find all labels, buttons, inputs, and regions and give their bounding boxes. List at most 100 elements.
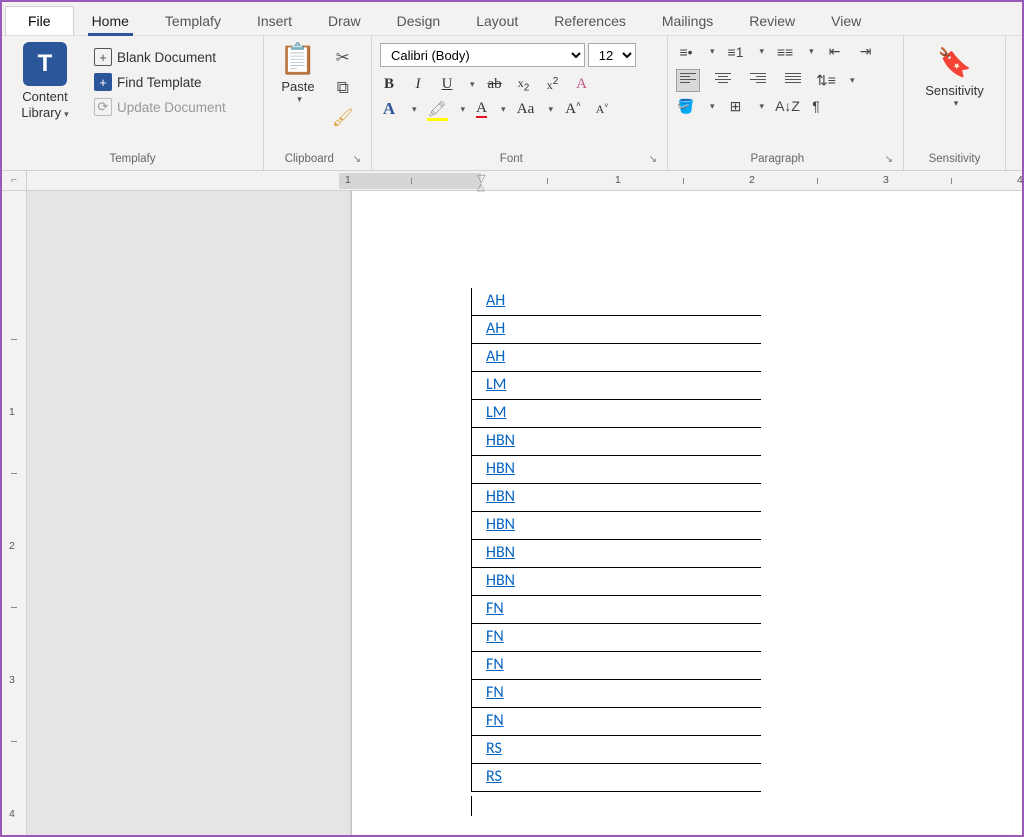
cell-link[interactable]: HBN	[486, 431, 515, 450]
table-row[interactable]: AH	[472, 344, 761, 372]
shading-button[interactable]: 🪣	[676, 98, 696, 115]
cell-link[interactable]: AH	[486, 319, 505, 338]
clipboard-dialog-launcher[interactable]: ↘	[353, 154, 363, 165]
menu-review[interactable]: Review	[731, 7, 813, 35]
cell-link[interactable]: FN	[486, 711, 504, 730]
font-size-select[interactable]: 12	[588, 43, 636, 67]
font-dialog-launcher[interactable]: ↘	[649, 154, 659, 165]
cell-link[interactable]: HBN	[486, 515, 515, 534]
cell-link[interactable]: HBN	[486, 487, 515, 506]
borders-dropdown[interactable]: ▾	[760, 101, 765, 112]
vertical-ruler[interactable]: 1 2 3 4	[2, 191, 27, 835]
content-library-button[interactable]: T Content Library▾	[10, 40, 80, 120]
text-effects-dropdown[interactable]: ▾	[412, 104, 417, 115]
sensitivity-button[interactable]: 🔖 Sensitivity ▾	[915, 40, 995, 109]
table-row[interactable]: FN	[472, 596, 761, 624]
table-row[interactable]: HBN	[472, 456, 761, 484]
align-right-button[interactable]	[746, 69, 770, 92]
numbering-button[interactable]: ≡1	[726, 44, 746, 60]
cut-icon[interactable]: ✂	[336, 48, 350, 68]
paste-button[interactable]: 📋 Paste ▾	[272, 40, 324, 105]
bullets-dropdown[interactable]: ▾	[710, 46, 715, 57]
table-row[interactable]: LM	[472, 400, 761, 428]
numbering-dropdown[interactable]: ▾	[760, 46, 765, 57]
document-table[interactable]: AH AH AH LM LM HBN HBN HBN HBN HBN HBN F…	[471, 288, 761, 792]
table-row[interactable]: AH	[472, 316, 761, 344]
bullets-button[interactable]: ≡•	[676, 44, 696, 60]
sort-button[interactable]: A↓Z	[775, 98, 795, 114]
cell-link[interactable]: LM	[486, 375, 506, 394]
indent-marker-bottom-icon[interactable]: △	[477, 182, 485, 193]
menu-view[interactable]: View	[813, 7, 879, 35]
multilevel-button[interactable]: ≡≡	[775, 44, 795, 60]
line-spacing-button[interactable]: ⇅≡	[816, 72, 836, 89]
cell-link[interactable]: RS	[486, 767, 502, 786]
table-row[interactable]: HBN	[472, 540, 761, 568]
menu-draw[interactable]: Draw	[310, 7, 379, 35]
italic-button[interactable]: I	[409, 76, 427, 93]
table-row[interactable]: HBN	[472, 568, 761, 596]
table-row[interactable]: HBN	[472, 512, 761, 540]
table-row[interactable]: RS	[472, 764, 761, 792]
blank-document-button[interactable]: + Blank Document	[90, 46, 230, 68]
cell-link[interactable]: AH	[486, 291, 505, 310]
superscript-button[interactable]: x2	[544, 76, 562, 93]
cell-link[interactable]: FN	[486, 627, 504, 646]
menu-templafy[interactable]: Templafy	[147, 7, 239, 35]
bold-button[interactable]: B	[380, 76, 398, 93]
cell-link[interactable]: FN	[486, 655, 504, 674]
underline-dropdown[interactable]: ▾	[470, 79, 475, 90]
table-row[interactable]: HBN	[472, 484, 761, 512]
cell-link[interactable]: HBN	[486, 543, 515, 562]
clear-formatting-button[interactable]: A	[573, 76, 591, 93]
align-left-button[interactable]	[676, 69, 700, 92]
cell-link[interactable]: LM	[486, 403, 506, 422]
increase-indent-button[interactable]: ⇥	[856, 43, 876, 60]
change-case-button[interactable]: Aa	[516, 101, 534, 118]
font-color-button[interactable]: A	[476, 100, 487, 116]
cell-link[interactable]: HBN	[486, 571, 515, 590]
horizontal-ruler[interactable]: 1 1 2 3 4 ▽ △	[27, 171, 1022, 191]
shading-dropdown[interactable]: ▾	[710, 101, 715, 112]
cell-link[interactable]: RS	[486, 739, 502, 758]
grow-font-button[interactable]: A˄	[564, 100, 582, 118]
shrink-font-button[interactable]: A˅	[593, 102, 611, 117]
decrease-indent-button[interactable]: ⇤	[825, 43, 845, 60]
table-row[interactable]: HBN	[472, 428, 761, 456]
align-center-button[interactable]	[711, 69, 735, 92]
font-name-select[interactable]: Calibri (Body)	[380, 43, 585, 67]
menu-home[interactable]: Home	[74, 7, 147, 35]
underline-button[interactable]: U	[438, 76, 456, 93]
highlight-dropdown[interactable]: ▾	[461, 104, 466, 115]
change-case-dropdown[interactable]: ▾	[548, 104, 553, 115]
borders-button[interactable]: ⊞	[726, 98, 746, 115]
text-effects-button[interactable]: A	[380, 99, 398, 119]
find-template-button[interactable]: + Find Template	[90, 71, 230, 93]
table-row[interactable]: FN	[472, 624, 761, 652]
table-row[interactable]: FN	[472, 652, 761, 680]
table-row[interactable]: AH	[472, 288, 761, 316]
table-row[interactable]: LM	[472, 372, 761, 400]
cell-link[interactable]: AH	[486, 347, 505, 366]
table-row[interactable]: FN	[472, 680, 761, 708]
menu-layout[interactable]: Layout	[458, 7, 536, 35]
cell-link[interactable]: HBN	[486, 459, 515, 478]
strikethrough-button[interactable]: ab	[486, 76, 504, 93]
cell-link[interactable]: FN	[486, 599, 504, 618]
cell-link[interactable]: FN	[486, 683, 504, 702]
subscript-button[interactable]: x2	[515, 76, 533, 93]
menu-design[interactable]: Design	[379, 7, 459, 35]
paragraph-dialog-launcher[interactable]: ↘	[885, 154, 895, 165]
menu-file[interactable]: File	[5, 6, 74, 35]
ruler-corner[interactable]: ⌐	[2, 171, 27, 191]
menu-insert[interactable]: Insert	[239, 7, 310, 35]
update-document-button[interactable]: ⟳ Update Document	[90, 96, 230, 118]
highlight-button[interactable]: 🖍	[428, 102, 447, 118]
menu-references[interactable]: References	[536, 7, 644, 35]
copy-icon[interactable]: ⧉	[337, 78, 349, 98]
table-row[interactable]: RS	[472, 736, 761, 764]
justify-button[interactable]	[781, 69, 805, 92]
show-marks-button[interactable]: ¶	[806, 98, 826, 114]
multilevel-dropdown[interactable]: ▾	[809, 46, 814, 57]
format-painter-icon[interactable]: 🖌	[332, 108, 354, 128]
